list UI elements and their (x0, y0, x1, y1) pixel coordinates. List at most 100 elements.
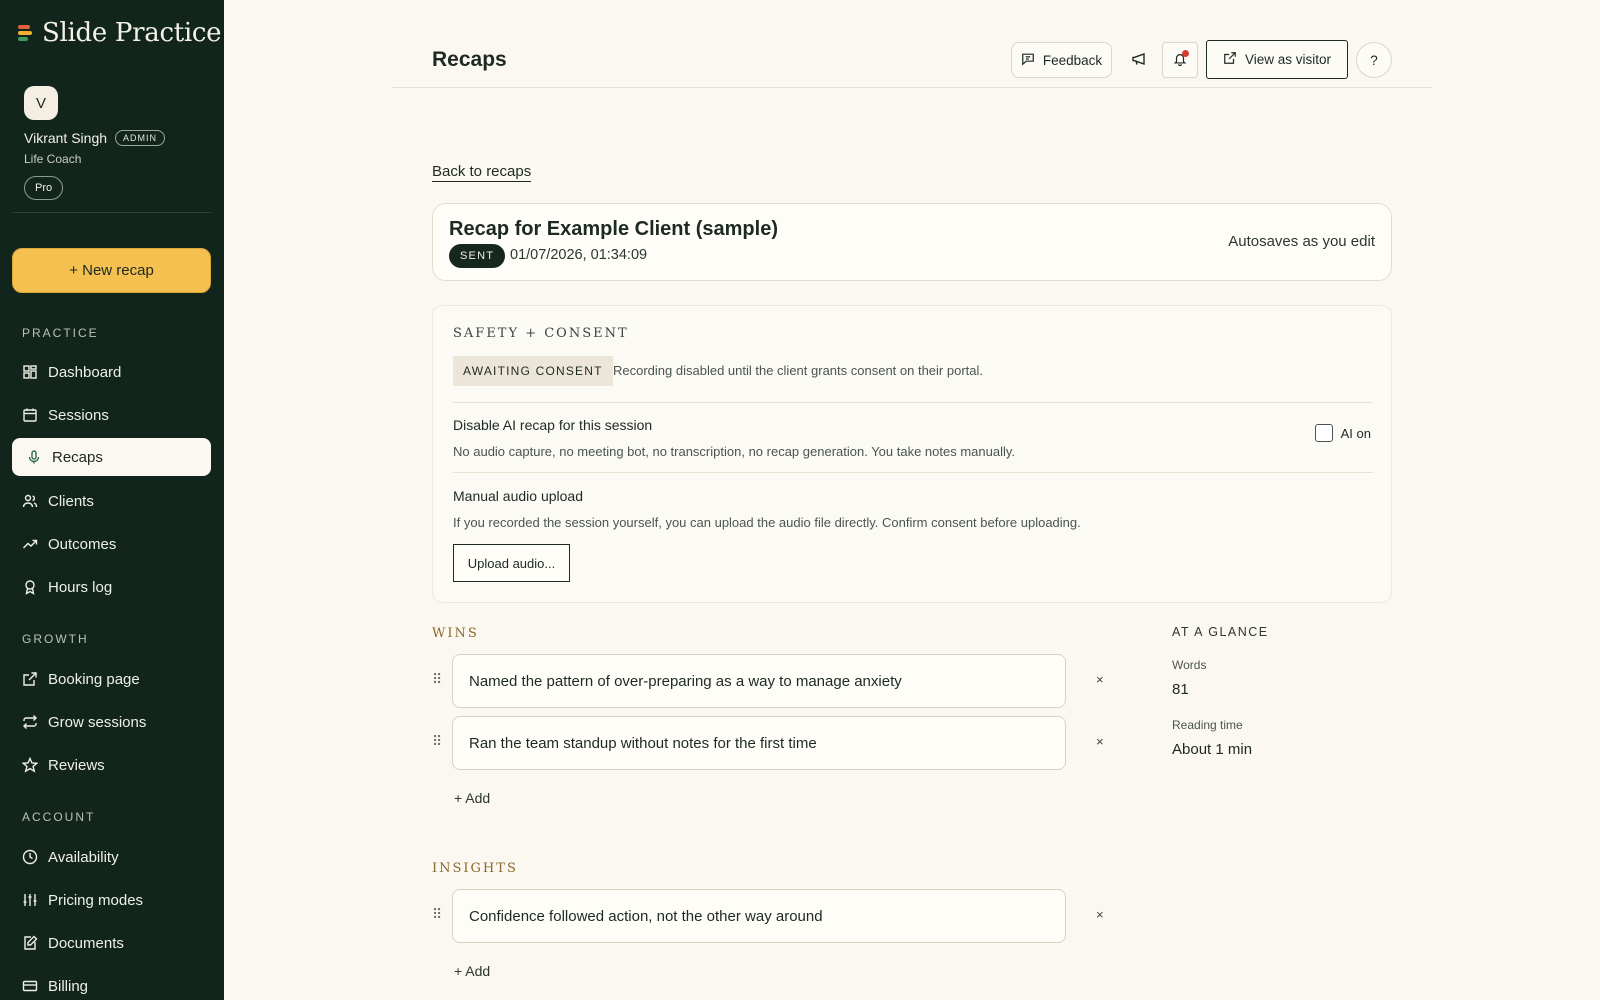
recap-header-card: Recap for Example Client (sample) SENT 0… (432, 203, 1392, 281)
at-a-glance-title: AT A GLANCE (1172, 625, 1269, 639)
disable-ai-description: No audio capture, no meeting bot, no tra… (453, 444, 1016, 459)
upload-audio-button[interactable]: Upload audio... (453, 544, 570, 582)
remove-icon[interactable]: × (1096, 734, 1104, 749)
view-as-visitor-label: View as visitor (1244, 52, 1332, 67)
sidebar-item-pricing-modes[interactable]: Pricing modes (12, 881, 211, 919)
add-win-button[interactable]: + Add (454, 790, 490, 806)
logo-icon (18, 24, 32, 42)
avatar[interactable]: V (24, 86, 58, 120)
sidebar-item-label: Clients (48, 492, 94, 510)
sidebar-item-label: Outcomes (48, 535, 117, 553)
remove-icon[interactable]: × (1096, 907, 1104, 922)
microphone-icon (26, 449, 42, 465)
drag-handle-icon[interactable]: ⠿ (432, 907, 442, 921)
badge-icon (22, 579, 38, 595)
sidebar-item-booking-page[interactable]: Booking page (12, 660, 211, 698)
disable-ai-checkbox[interactable] (1314, 424, 1333, 442)
insights-heading: INSIGHTS (432, 861, 518, 876)
section-label-account: ACCOUNT (22, 810, 96, 824)
win-input[interactable]: Ran the team standup without notes for t… (452, 716, 1066, 770)
page-title: Recaps (432, 48, 507, 71)
megaphone-icon (1131, 51, 1147, 70)
repeat-icon (22, 714, 38, 730)
words-value: 81 (1172, 681, 1189, 698)
at-a-glance-panel: AT A GLANCE Words 81 Reading time About … (1172, 625, 1392, 758)
sidebar-item-label: Reviews (48, 756, 105, 774)
sidebar-item-documents[interactable]: Documents (12, 924, 211, 962)
sliders-icon (22, 892, 38, 908)
win-input[interactable]: Named the pattern of over-preparing as a… (452, 654, 1066, 708)
sidebar-item-grow-sessions[interactable]: Grow sessions (12, 703, 211, 741)
plan-badge[interactable]: Pro (24, 176, 64, 200)
sidebar-item-recaps[interactable]: Recaps (12, 438, 211, 476)
divider (453, 472, 1373, 473)
view-as-visitor-button[interactable]: View as visitor (1206, 40, 1348, 79)
words-label: Words (1172, 658, 1207, 672)
list-item: ⠿ Ran the team standup without notes for… (432, 716, 1122, 770)
reading-time-label: Reading time (1172, 718, 1243, 732)
list-item: ⠿ Named the pattern of over-preparing as… (432, 654, 1122, 708)
section-label-practice: PRACTICE (22, 326, 99, 340)
safety-consent-panel: SAFETY + CONSENT AWAITING CONSENT Record… (432, 305, 1392, 603)
recap-datetime: 01/07/2026, 01:34:09 (510, 247, 648, 263)
sidebar-item-label: Booking page (48, 670, 140, 688)
users-icon (22, 493, 38, 509)
drag-handle-icon[interactable]: ⠿ (432, 734, 442, 748)
trend-icon (22, 536, 38, 552)
sidebar-divider (12, 212, 211, 213)
sidebar-item-dashboard[interactable]: Dashboard (12, 353, 211, 391)
new-recap-button[interactable]: + New recap (12, 248, 211, 293)
notifications-button[interactable] (1162, 42, 1198, 78)
section-label-growth: GROWTH (22, 632, 89, 646)
ai-toggle-label: AI on (1340, 425, 1371, 441)
add-insight-button[interactable]: + Add (454, 963, 490, 979)
autosave-note: Autosaves as you edit (1228, 233, 1375, 250)
announcements-button[interactable] (1121, 42, 1157, 78)
sidebar-item-reviews[interactable]: Reviews (12, 746, 211, 784)
drag-handle-icon[interactable]: ⠿ (432, 672, 442, 686)
status-badge: SENT (449, 244, 506, 268)
external-link-icon (22, 671, 38, 687)
ai-toggle[interactable]: AI on (1314, 424, 1371, 442)
insight-input[interactable]: Confidence followed action, not the othe… (452, 889, 1066, 943)
consent-status-badge: AWAITING CONSENT (453, 356, 613, 386)
document-edit-icon (22, 935, 38, 951)
list-item: ⠿ Confidence followed action, not the ot… (432, 889, 1122, 943)
sidebar-item-label: Pricing modes (48, 891, 144, 909)
safety-consent-label: SAFETY + CONSENT (453, 326, 629, 341)
consent-note: Recording disabled until the client gran… (613, 363, 983, 378)
user-name: Vikrant Singh (24, 130, 108, 146)
grid-icon (22, 364, 38, 380)
brand[interactable]: Slide Practice (18, 18, 222, 48)
star-icon (22, 757, 38, 773)
back-to-recaps-link[interactable]: Back to recaps (432, 163, 532, 182)
sidebar-item-availability[interactable]: Availability (12, 838, 211, 876)
page-header: Recaps Feedback View as visitor ? (392, 36, 1432, 88)
reading-time-value: About 1 min (1172, 741, 1253, 758)
sidebar-item-sessions[interactable]: Sessions (12, 396, 211, 434)
sidebar-item-hours-log[interactable]: Hours log (12, 568, 211, 606)
sidebar-item-outcomes[interactable]: Outcomes (12, 525, 211, 563)
remove-icon[interactable]: × (1096, 672, 1104, 687)
sidebar-item-clients[interactable]: Clients (12, 482, 211, 520)
sidebar-item-label: Sessions (48, 406, 109, 424)
feedback-button[interactable]: Feedback (1011, 42, 1112, 78)
sidebar-item-label: Dashboard (48, 363, 122, 381)
manual-upload-description: If you recorded the session yourself, yo… (453, 515, 1081, 530)
sidebar-item-label: Billing (48, 977, 89, 995)
sidebar-item-label: Hours log (48, 578, 113, 596)
user-name-row: Vikrant Singh ADMIN (24, 130, 166, 146)
credit-card-icon (22, 978, 38, 994)
sidebar-item-billing[interactable]: Billing (12, 967, 211, 1000)
wins-heading: WINS (432, 626, 479, 641)
notification-dot (1182, 50, 1189, 57)
sidebar: Slide Practice V Vikrant Singh ADMIN Lif… (0, 0, 224, 1000)
sidebar-item-label: Availability (48, 848, 119, 866)
message-icon (1021, 52, 1035, 69)
feedback-label: Feedback (1042, 52, 1103, 68)
user-role: Life Coach (24, 152, 82, 166)
manual-upload-title: Manual audio upload (453, 488, 583, 504)
recap-title: Recap for Example Client (sample) (449, 218, 778, 240)
help-button[interactable]: ? (1356, 42, 1392, 78)
sidebar-item-label: Documents (48, 934, 124, 952)
